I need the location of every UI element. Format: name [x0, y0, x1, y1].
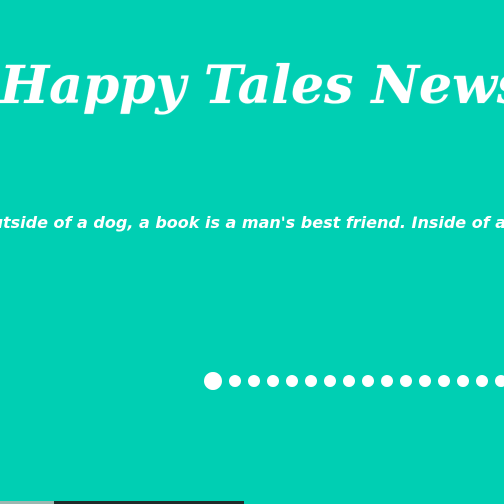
carousel-dot[interactable] [343, 375, 355, 387]
carousel-dot[interactable] [267, 375, 279, 387]
tagline-marquee: Outside of a dog, a book is a man's best… [0, 208, 504, 240]
carousel-dot[interactable] [324, 375, 336, 387]
site-title: Happy Tales News [0, 55, 504, 116]
carousel-dot[interactable] [457, 375, 469, 387]
carousel-dot[interactable] [476, 375, 488, 387]
carousel-pagination [204, 370, 504, 392]
carousel-dot-active[interactable] [204, 372, 222, 390]
page: Happy Tales News Outside of a dog, a boo… [0, 0, 504, 504]
tagline-text: Outside of a dog, a book is a man's best… [0, 213, 504, 232]
carousel-dot[interactable] [381, 375, 393, 387]
carousel-dot[interactable] [229, 375, 241, 387]
carousel-dot[interactable] [438, 375, 450, 387]
carousel-dot[interactable] [495, 375, 504, 387]
carousel-dot[interactable] [419, 375, 431, 387]
carousel-dot[interactable] [248, 375, 260, 387]
carousel-dot[interactable] [400, 375, 412, 387]
carousel-dot[interactable] [305, 375, 317, 387]
carousel-dot[interactable] [362, 375, 374, 387]
carousel-dot[interactable] [286, 375, 298, 387]
